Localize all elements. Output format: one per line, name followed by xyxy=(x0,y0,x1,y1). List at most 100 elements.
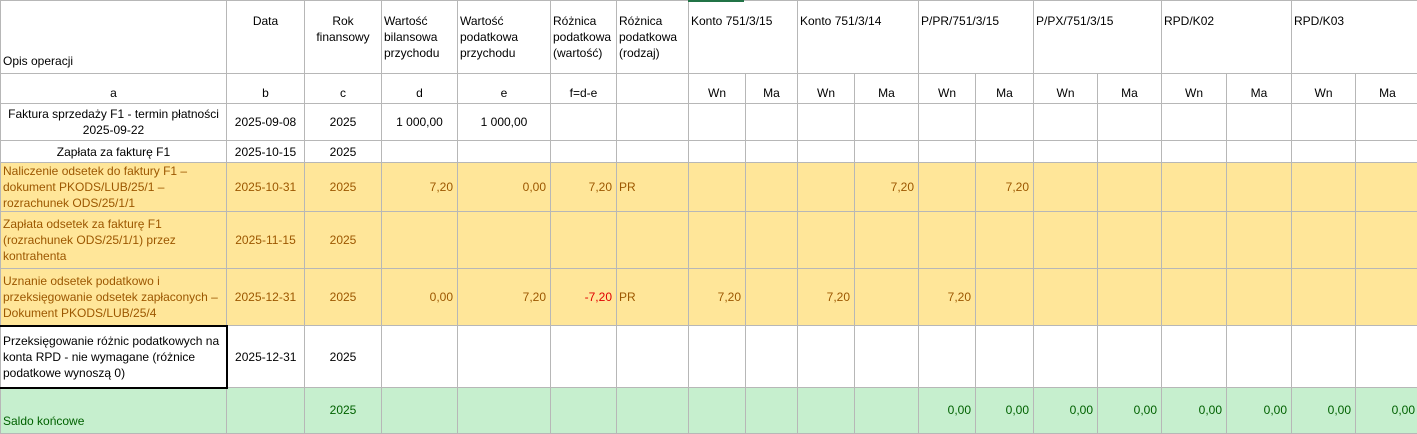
subheader-ma[interactable]: Ma xyxy=(976,74,1034,104)
cell-d[interactable] xyxy=(382,388,458,434)
cell-data[interactable]: 2025-10-31 xyxy=(227,163,305,212)
subheader-ma[interactable]: Ma xyxy=(1356,74,1417,104)
cell-k6-wn[interactable] xyxy=(1292,212,1356,269)
cell-k5-ma[interactable] xyxy=(1227,269,1292,326)
subheader-wn[interactable]: Wn xyxy=(919,74,976,104)
cell-k6-wn[interactable] xyxy=(1292,104,1356,141)
cell-k3-ma[interactable] xyxy=(976,269,1034,326)
cell-e[interactable]: 1 000,00 xyxy=(458,104,551,141)
cell-k2-ma[interactable] xyxy=(855,326,919,388)
subheader-a[interactable]: a xyxy=(1,74,227,104)
subheader-d[interactable]: d xyxy=(382,74,458,104)
cell-k4-ma[interactable] xyxy=(1098,104,1162,141)
cell-data[interactable] xyxy=(227,388,305,434)
cell-k2-ma[interactable]: 7,20 xyxy=(855,163,919,212)
cell-k4-wn[interactable] xyxy=(1034,163,1098,212)
cell-d[interactable] xyxy=(382,326,458,388)
cell-k3-wn[interactable] xyxy=(919,326,976,388)
cell-k4-ma[interactable] xyxy=(1098,269,1162,326)
cell-k6-wn[interactable] xyxy=(1292,326,1356,388)
header-wartosc-podatkowa[interactable]: Wartość podatkowa przychodu xyxy=(458,1,551,74)
cell-k6-ma[interactable] xyxy=(1356,326,1417,388)
cell-k2-wn[interactable]: 7,20 xyxy=(798,269,855,326)
subheader-b[interactable]: b xyxy=(227,74,305,104)
saldo-k4-wn[interactable]: 0,00 xyxy=(1034,388,1098,434)
cell-k1-wn[interactable] xyxy=(689,104,746,141)
cell-e[interactable] xyxy=(458,141,551,163)
cell-k1-ma[interactable] xyxy=(746,269,798,326)
saldo-label[interactable]: Saldo końcowe xyxy=(1,388,227,434)
cell-k2-wn[interactable] xyxy=(798,212,855,269)
cell-k6-ma[interactable] xyxy=(1356,212,1417,269)
saldo-k6-ma[interactable]: 0,00 xyxy=(1356,388,1417,434)
cell-data[interactable]: 2025-12-31 xyxy=(227,326,305,388)
subheader-wn[interactable]: Wn xyxy=(1292,74,1356,104)
cell-k5-wn[interactable] xyxy=(1162,163,1227,212)
cell-e[interactable]: 0,00 xyxy=(458,163,551,212)
subheader-e[interactable]: e xyxy=(458,74,551,104)
cell-k6-wn[interactable] xyxy=(1292,163,1356,212)
cell-k4-ma[interactable] xyxy=(1098,326,1162,388)
subheader-ma[interactable]: Ma xyxy=(1227,74,1292,104)
cell-rok[interactable]: 2025 xyxy=(305,212,382,269)
cell-k1-ma[interactable] xyxy=(746,141,798,163)
cell-k4-ma[interactable] xyxy=(1098,163,1162,212)
cell-k4-wn[interactable] xyxy=(1034,269,1098,326)
cell-rodzaj[interactable] xyxy=(617,141,689,163)
cell-k5-wn[interactable] xyxy=(1162,326,1227,388)
header-konto-751-3-14[interactable]: Konto 751/3/14 xyxy=(798,1,919,74)
cell-k6-ma[interactable] xyxy=(1356,163,1417,212)
cell-k6-ma[interactable] xyxy=(1356,269,1417,326)
saldo-k6-wn[interactable]: 0,00 xyxy=(1292,388,1356,434)
cell-e[interactable] xyxy=(458,388,551,434)
cell-k2-wn[interactable] xyxy=(798,388,855,434)
cell-k2-wn[interactable] xyxy=(798,163,855,212)
cell-k5-ma[interactable] xyxy=(1227,163,1292,212)
saldo-k3-ma[interactable]: 0,00 xyxy=(976,388,1034,434)
cell-k3-wn[interactable] xyxy=(919,163,976,212)
subheader-ma[interactable]: Ma xyxy=(746,74,798,104)
cell-k5-wn[interactable] xyxy=(1162,104,1227,141)
cell-data[interactable]: 2025-12-31 xyxy=(227,269,305,326)
cell-d[interactable]: 7,20 xyxy=(382,163,458,212)
cell-k3-ma[interactable] xyxy=(976,326,1034,388)
cell-rodzaj[interactable]: PR xyxy=(617,163,689,212)
header-rok[interactable]: Rok finansowy xyxy=(305,1,382,74)
cell-rok[interactable]: 2025 xyxy=(305,104,382,141)
cell-k1-ma[interactable] xyxy=(746,163,798,212)
cell-d[interactable] xyxy=(382,212,458,269)
header-wartosc-bilansowa[interactable]: Wartość bilansowa przychodu xyxy=(382,1,458,74)
cell-opis[interactable]: Faktura sprzedaży F1 - termin płatności … xyxy=(1,104,227,141)
subheader-f[interactable]: f=d-e xyxy=(551,74,617,104)
cell-k1-wn[interactable] xyxy=(689,388,746,434)
cell-rodzaj[interactable] xyxy=(617,326,689,388)
header-konto-751-3-15[interactable]: Konto 751/3/15 xyxy=(689,1,798,74)
cell-k2-wn[interactable] xyxy=(798,326,855,388)
cell-f[interactable] xyxy=(551,388,617,434)
cell-k5-wn[interactable] xyxy=(1162,212,1227,269)
cell-k2-ma[interactable] xyxy=(855,269,919,326)
cell-k4-wn[interactable] xyxy=(1034,212,1098,269)
cell-k2-ma[interactable] xyxy=(855,388,919,434)
cell-data[interactable]: 2025-09-08 xyxy=(227,104,305,141)
cell-d[interactable]: 0,00 xyxy=(382,269,458,326)
cell-f[interactable] xyxy=(551,212,617,269)
cell-f[interactable]: -7,20 xyxy=(551,269,617,326)
cell-k1-wn[interactable] xyxy=(689,163,746,212)
cell-k1-ma[interactable] xyxy=(746,388,798,434)
saldo-rok[interactable]: 2025 xyxy=(305,388,382,434)
cell-k3-ma[interactable]: 7,20 xyxy=(976,163,1034,212)
cell-k4-ma[interactable] xyxy=(1098,212,1162,269)
header-p-px-751-3-15[interactable]: P/PX/751/3/15 xyxy=(1034,1,1162,74)
cell-k3-wn[interactable] xyxy=(919,104,976,141)
subheader-wn[interactable]: Wn xyxy=(1162,74,1227,104)
cell-k5-ma[interactable] xyxy=(1227,212,1292,269)
saldo-k4-ma[interactable]: 0,00 xyxy=(1098,388,1162,434)
cell-f[interactable] xyxy=(551,141,617,163)
cell-k4-wn[interactable] xyxy=(1034,141,1098,163)
cell-rodzaj[interactable] xyxy=(617,212,689,269)
cell-rodzaj[interactable]: PR xyxy=(617,269,689,326)
cell-k2-ma[interactable] xyxy=(855,212,919,269)
cell-opis[interactable]: Naliczenie odsetek do faktury F1 – dokum… xyxy=(1,163,227,212)
cell-k1-ma[interactable] xyxy=(746,212,798,269)
